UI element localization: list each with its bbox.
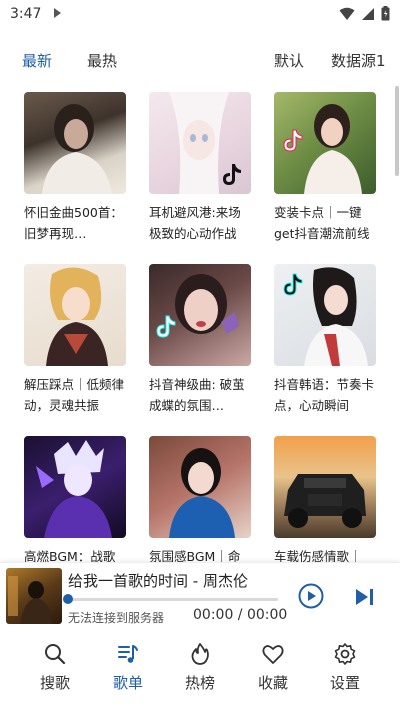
playlist-cover xyxy=(149,92,251,194)
filter-bar: 最新 最热 默认 数据源1 xyxy=(0,46,400,74)
music-list-icon xyxy=(118,645,138,663)
playlist-title: 变装卡点｜一键get抖音潮流前线 xyxy=(274,205,370,241)
playlist-cover xyxy=(149,264,251,366)
playlist-grid: 怀旧金曲500首：旧梦再现… 耳机避风港:来场极致的心动作战 变装卡点｜一键ge… xyxy=(0,92,400,562)
playback-time: 00:00 / 00:00 xyxy=(193,607,288,623)
playlist-title: 抖音神级曲: 破茧成蝶的氛围… xyxy=(149,377,245,413)
bottom-navigation: 搜歌 歌单 热榜 收藏 设置 xyxy=(0,634,400,710)
playlist-card[interactable]: 解压踩点｜低频律动，灵魂共振 xyxy=(24,264,126,416)
playlist-cover xyxy=(149,436,251,538)
playlist-title: 怀旧金曲500首：旧梦再现… xyxy=(24,205,123,241)
nav-item-search[interactable]: 搜歌 xyxy=(25,642,85,693)
playlist-card[interactable]: 高燃BGM：战歌 xyxy=(24,436,126,562)
play-button[interactable] xyxy=(298,583,324,609)
playlist-card[interactable]: 怀旧金曲500首：旧梦再现… xyxy=(24,92,126,244)
playlist-title: 氛围感BGM｜命 xyxy=(149,549,241,562)
playlist-card[interactable]: 车载伤感情歌｜ xyxy=(274,436,376,562)
status-bar: 3:47 xyxy=(0,0,400,30)
status-time: 3:47 xyxy=(10,6,42,22)
tiktok-logo xyxy=(283,129,303,152)
data-source-selector[interactable]: 数据源1 xyxy=(331,50,386,71)
playlist-cover xyxy=(274,92,376,194)
now-playing-cover[interactable] xyxy=(6,568,62,624)
status-icons xyxy=(339,6,390,21)
nav-label-playlist: 歌单 xyxy=(112,674,143,692)
playlist-cover xyxy=(274,436,376,538)
playlist-card[interactable]: 抖音神级曲: 破茧成蝶的氛围… xyxy=(149,264,251,416)
nav-label-favorites: 收藏 xyxy=(257,674,288,692)
nav-label-charts: 热榜 xyxy=(184,674,215,692)
playlist-title: 抖音韩语：节奏卡点，心动瞬间 xyxy=(274,377,375,413)
heart-icon xyxy=(262,645,284,664)
nav-item-playlist[interactable]: 歌单 xyxy=(98,642,158,693)
mini-player[interactable]: 给我一首歌的时间 - 周杰伦 无法连接到服务器 00:00 / 00:00 xyxy=(0,562,400,628)
gear-icon xyxy=(334,643,356,665)
playlist-title: 耳机避风港:来场极致的心动作战 xyxy=(149,205,241,241)
signal-icon xyxy=(362,7,374,20)
playlist-title: 车载伤感情歌｜ xyxy=(274,549,362,562)
tab-latest[interactable]: 最新 xyxy=(22,50,52,71)
playlist-title: 高燃BGM：战歌 xyxy=(24,549,116,562)
tiktok-logo xyxy=(283,273,303,296)
playlist-cover xyxy=(274,264,376,366)
nav-item-settings[interactable]: 设置 xyxy=(315,642,375,693)
playlist-card[interactable]: 氛围感BGM｜命 xyxy=(149,436,251,562)
nav-item-favorites[interactable]: 收藏 xyxy=(243,642,303,693)
playlist-card[interactable]: 耳机避风港:来场极致的心动作战 xyxy=(149,92,251,244)
wifi-icon xyxy=(339,7,355,20)
progress-bar[interactable] xyxy=(66,598,278,601)
progress-knob[interactable] xyxy=(63,594,73,604)
tiktok-logo xyxy=(156,315,176,338)
search-icon xyxy=(45,644,66,665)
nav-label-search: 搜歌 xyxy=(39,674,70,692)
sort-selector[interactable]: 默认 xyxy=(274,50,304,71)
battery-icon xyxy=(381,6,390,21)
playlist-card[interactable]: 变装卡点｜一键get抖音潮流前线 xyxy=(274,92,376,244)
next-track-button[interactable] xyxy=(353,585,377,609)
playlist-card[interactable]: 抖音韩语：节奏卡点，心动瞬间 xyxy=(274,264,376,416)
playlist-title: 解压踩点｜低频律动，灵魂共振 xyxy=(24,377,125,413)
now-playing-title: 给我一首歌的时间 - 周杰伦 xyxy=(68,572,248,590)
nav-item-charts[interactable]: 热榜 xyxy=(170,642,230,693)
playlist-cover xyxy=(24,436,126,538)
flame-icon xyxy=(191,643,209,665)
connection-status: 无法连接到服务器 xyxy=(68,611,165,625)
tiktok-logo xyxy=(223,164,241,185)
media-playing-icon xyxy=(54,8,61,18)
nav-label-settings: 设置 xyxy=(329,674,360,692)
playlist-cover xyxy=(24,92,126,194)
playlist-cover xyxy=(24,264,126,366)
tab-hottest[interactable]: 最热 xyxy=(87,50,117,71)
